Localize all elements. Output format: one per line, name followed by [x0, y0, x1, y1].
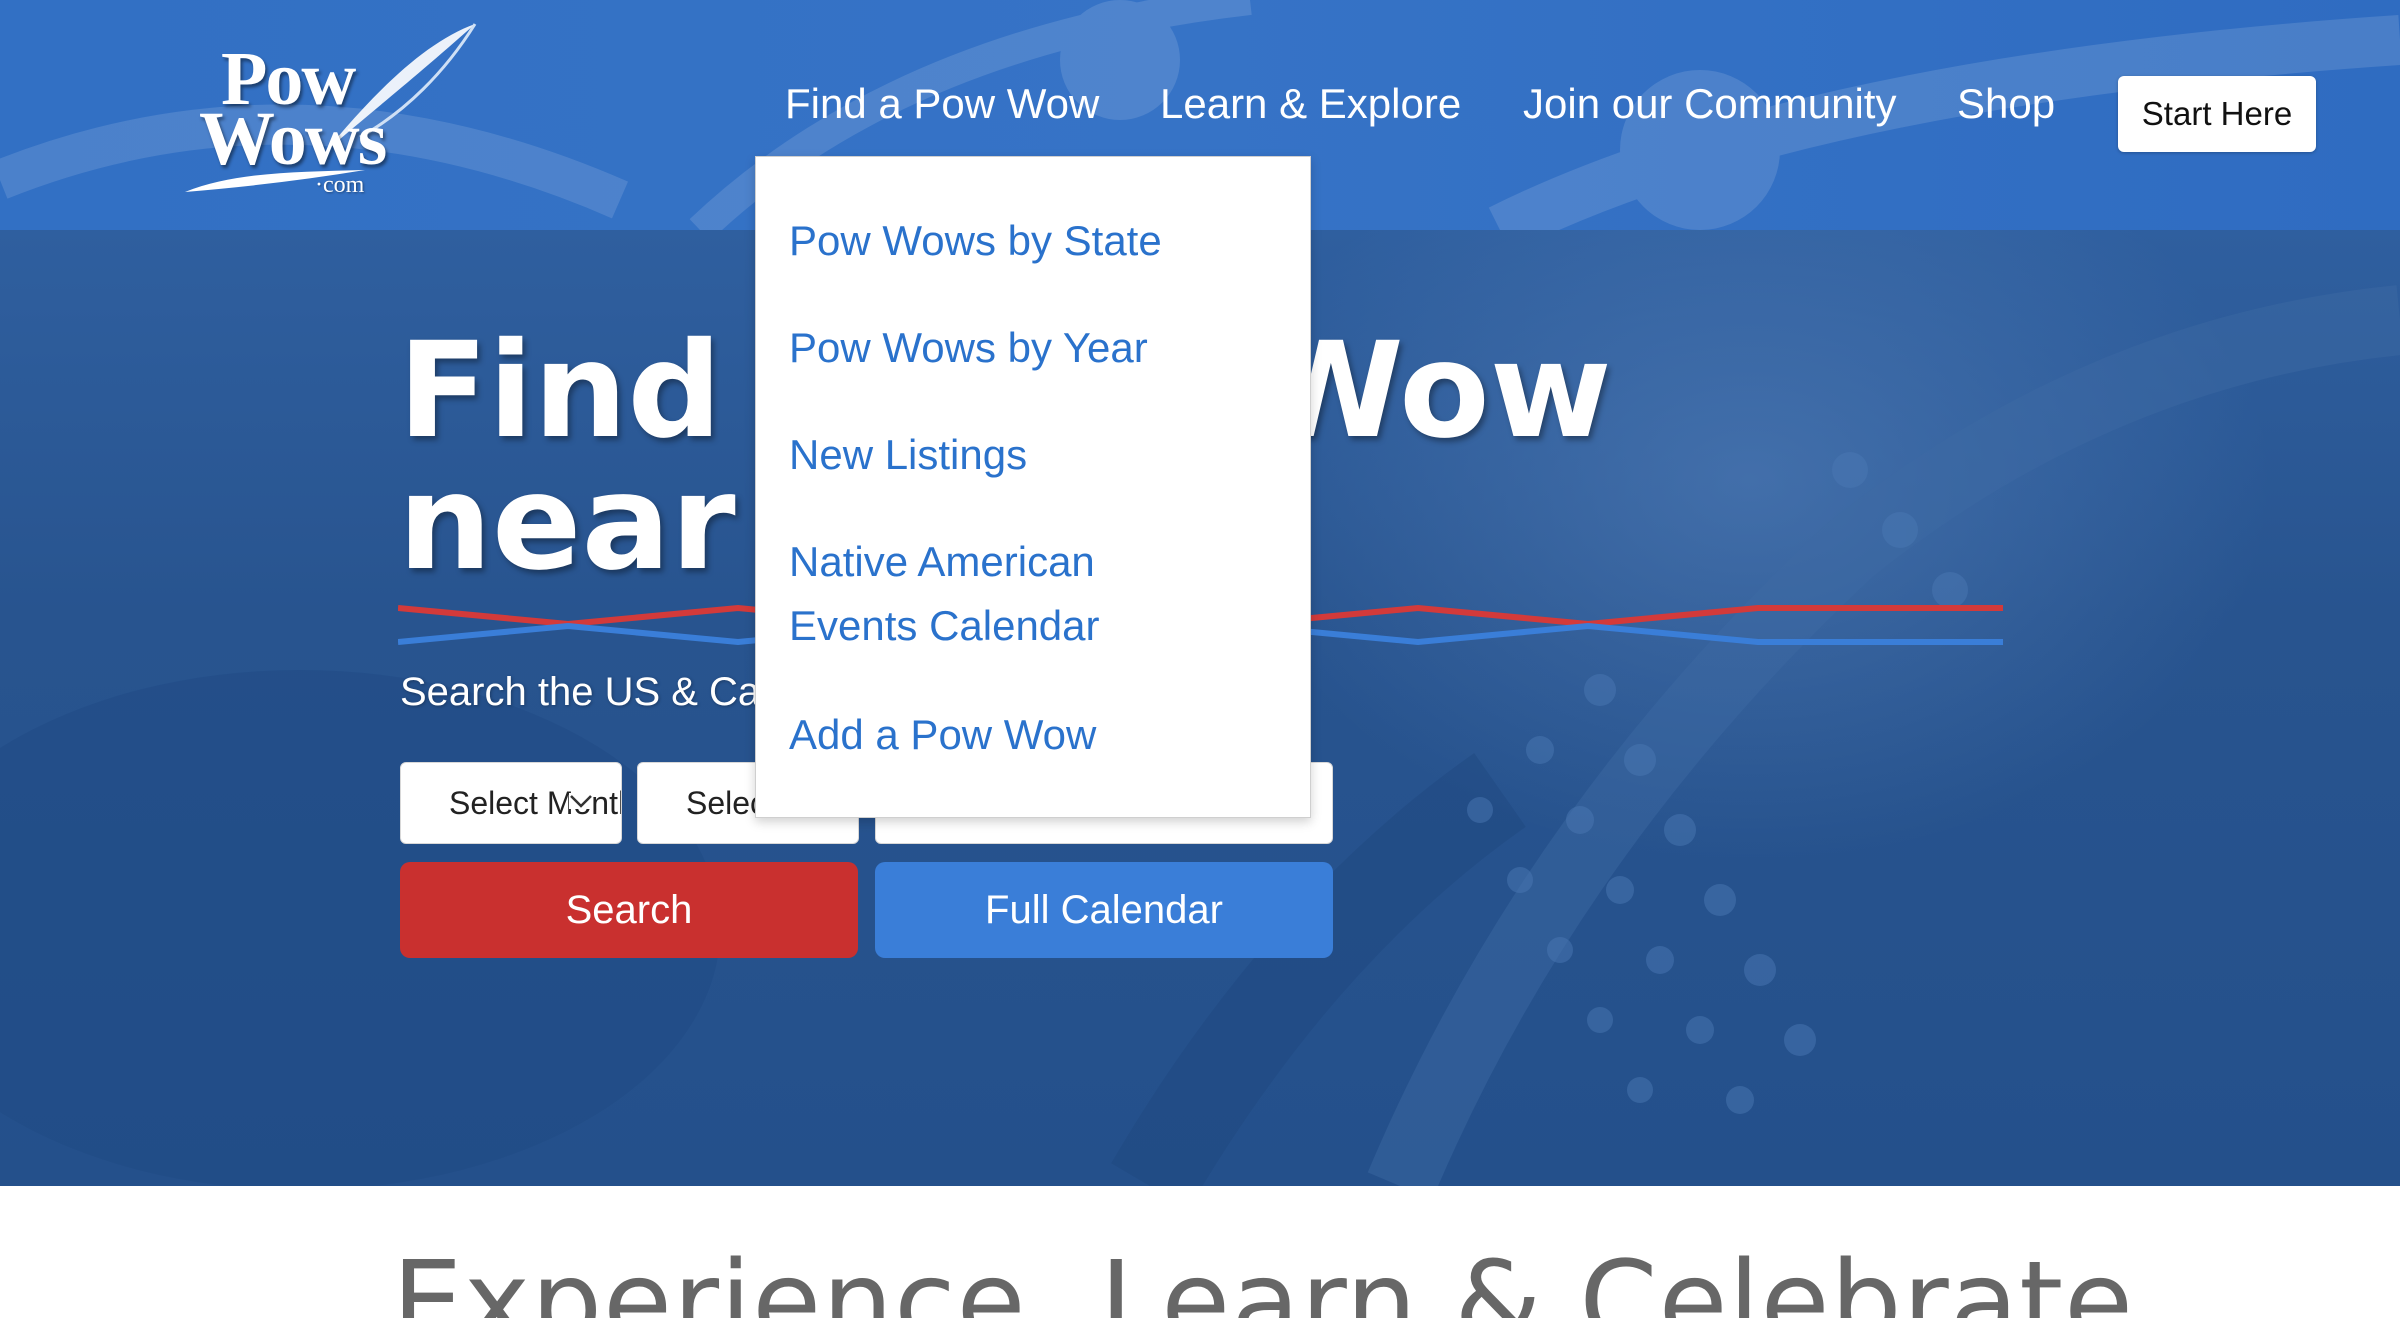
full-calendar-button[interactable]: Full Calendar: [875, 862, 1333, 958]
nav-find-a-pow-wow[interactable]: Find a Pow Wow: [785, 80, 1099, 128]
site-logo[interactable]: Pow Wows ·com: [175, 22, 480, 202]
month-select-value: Select Month: [449, 784, 622, 821]
month-select[interactable]: Select Month: [400, 762, 622, 844]
dropdown-item-by-state[interactable]: Pow Wows by State: [789, 209, 1162, 273]
dropdown-item-by-year[interactable]: Pow Wows by Year: [789, 316, 1148, 380]
start-here-button[interactable]: Start Here: [2118, 76, 2316, 152]
experience-section: Experience, Learn & Celebrate: [0, 1186, 2400, 1318]
logo-text-com: ·com: [315, 172, 365, 198]
chevron-down-icon: [569, 793, 593, 809]
nav-join-community[interactable]: Join our Community: [1523, 80, 1896, 128]
logo-text-wows: Wows: [199, 97, 387, 181]
dropdown-item-events-calendar-line2: Events Calendar: [789, 602, 1100, 649]
search-button[interactable]: Search: [400, 862, 858, 958]
nav-learn-explore[interactable]: Learn & Explore: [1160, 80, 1461, 128]
section-title: Experience, Learn & Celebrate: [392, 1238, 2135, 1318]
find-pow-wow-dropdown: Pow Wows by State Pow Wows by Year New L…: [755, 156, 1311, 818]
dropdown-item-new-listings[interactable]: New Listings: [789, 423, 1027, 487]
dropdown-item-events-calendar[interactable]: Native American Events Calendar: [789, 530, 1100, 658]
dropdown-item-events-calendar-line1: Native American: [789, 538, 1095, 585]
dropdown-item-add-pow-wow[interactable]: Add a Pow Wow: [789, 703, 1096, 767]
nav-shop[interactable]: Shop: [1957, 80, 2055, 128]
